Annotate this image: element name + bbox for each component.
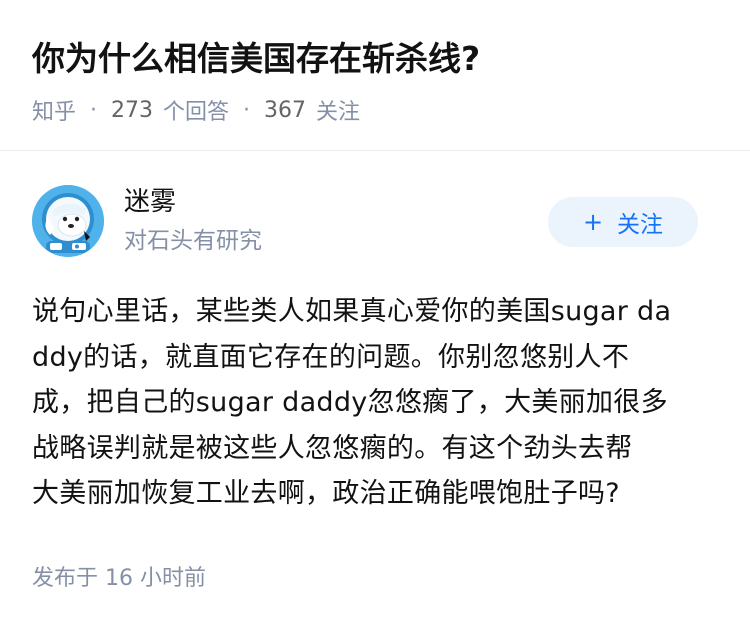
- question-title[interactable]: 你为什么相信美国存在斩杀线?: [32, 34, 480, 84]
- answer-content[interactable]: 说句心里话，某些类人如果真心爱你的美国sugar da ddy的话，就直面它存在…: [32, 289, 722, 517]
- author-bio: 对石头有研究: [124, 228, 262, 254]
- followers-count: 367: [264, 97, 307, 123]
- answer-line: ddy的话，就直面它存在的问题。你别忽悠别人不: [32, 341, 630, 373]
- follow-button[interactable]: + 关注: [548, 197, 698, 247]
- separator-dot: ·: [90, 97, 98, 123]
- followers-label: 关注: [316, 100, 361, 125]
- answers-count: 273: [111, 97, 154, 123]
- answer-line: 说句心里话，某些类人如果真心爱你的美国sugar da: [32, 296, 672, 327]
- source-label[interactable]: 知乎: [32, 94, 76, 126]
- answers-label[interactable]: 个回答: [163, 94, 229, 126]
- follow-button-label: 关注: [617, 212, 664, 238]
- answer-line: 成，把自己的sugar daddy忽悠瘸了，大美丽加很多: [32, 387, 668, 418]
- divider: [0, 150, 750, 151]
- publish-time: 16 小时前: [105, 566, 207, 591]
- question-header: 你为什么相信美国存在斩杀线? 知乎 · 273 个回答 · 367 关注: [0, 0, 750, 150]
- answer-line: 战略误判就是被这些人忽悠瘸的。有这个劲头去帮: [32, 432, 633, 464]
- question-meta: 知乎 · 273 个回答 · 367 关注: [32, 92, 360, 128]
- publish-info: 发布于 16 小时前: [32, 562, 206, 596]
- plus-icon: +: [582, 208, 604, 236]
- dog-astronaut-avatar-icon[interactable]: [32, 185, 104, 257]
- author-name[interactable]: 迷雾: [124, 184, 176, 220]
- author-row: 迷雾 对石头有研究 + 关注: [0, 178, 750, 268]
- published-label: 发布于: [32, 566, 99, 591]
- answer-line: 大美丽加恢复工业去啊，政治正确能喂饱肚子吗?: [32, 478, 620, 509]
- separator-dot: ·: [243, 97, 251, 123]
